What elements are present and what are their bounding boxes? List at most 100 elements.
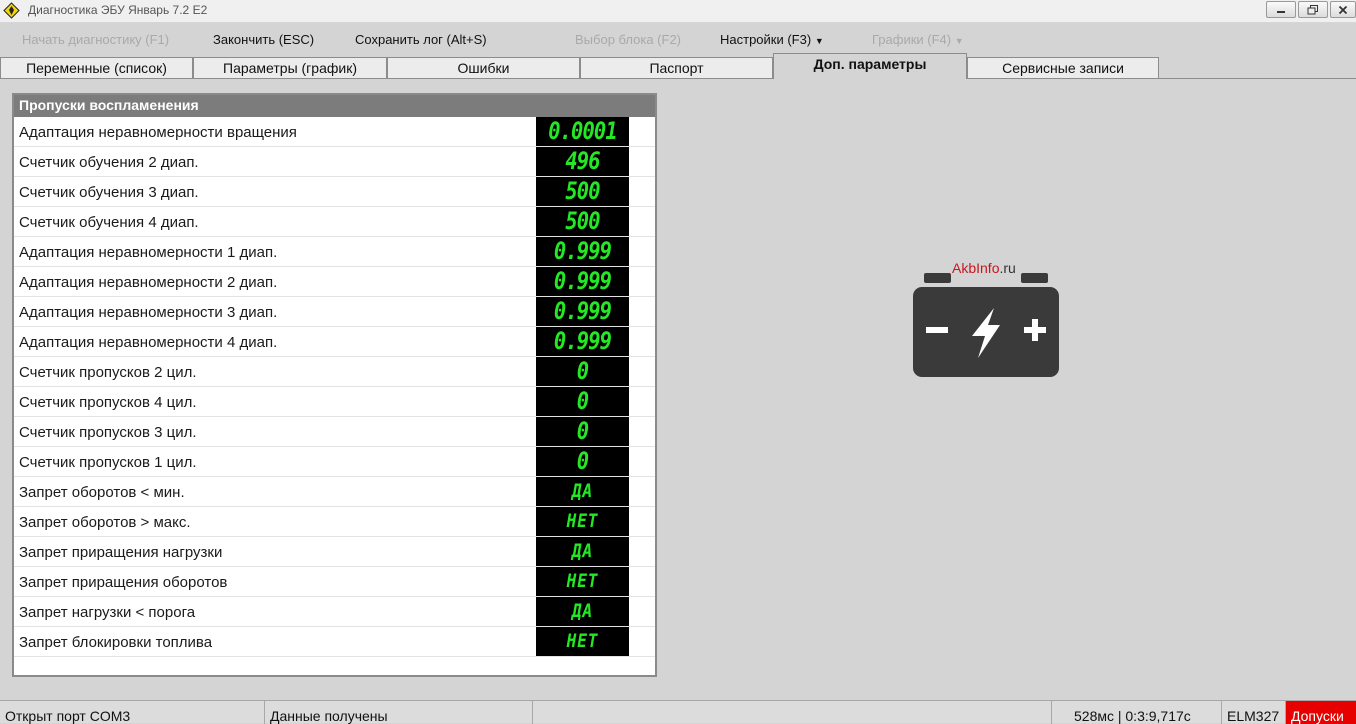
parameter-row: Адаптация неравномерности 4 диап. 0.999 bbox=[14, 327, 655, 357]
close-button[interactable] bbox=[1330, 1, 1356, 18]
parameter-value-display: 0 bbox=[536, 387, 629, 416]
parameter-row: Адаптация неравномерности 2 диап. 0.999 bbox=[14, 267, 655, 297]
tab-variables-list[interactable]: Переменные (список) bbox=[0, 57, 193, 78]
parameter-value: ДА bbox=[571, 600, 594, 622]
parameter-value-display: 0.999 bbox=[536, 237, 629, 266]
parameter-value-display: НЕТ bbox=[536, 627, 629, 656]
parameter-value-display: НЕТ bbox=[536, 507, 629, 536]
parameter-value: 0.999 bbox=[553, 267, 612, 295]
parameter-row: Счетчик пропусков 4 цил. 0 bbox=[14, 387, 655, 417]
status-bar: Открыт порт COM3 Данные получены 528мс |… bbox=[0, 700, 1356, 724]
dropdown-arrow-icon: ▼ bbox=[954, 36, 964, 46]
parameter-row: Счетчик пропусков 1 цил. 0 bbox=[14, 447, 655, 477]
menu-graphs-label: Графики (F4) bbox=[872, 32, 952, 47]
tab-bar: Переменные (список) Параметры (график) О… bbox=[0, 52, 1356, 79]
menu-settings[interactable]: Настройки (F3) ▼ bbox=[720, 32, 824, 47]
parameter-value: 496 bbox=[565, 147, 600, 175]
panel-title: Пропуски воспламенения bbox=[14, 95, 655, 117]
app-icon bbox=[3, 2, 20, 19]
parameter-value: 0 bbox=[576, 357, 589, 385]
status-port: Открыт порт COM3 bbox=[0, 701, 265, 724]
parameter-value: НЕТ bbox=[566, 510, 599, 532]
parameter-value-display: ДА bbox=[536, 597, 629, 626]
parameter-row: Адаптация неравномерности 1 диап. 0.999 bbox=[14, 237, 655, 267]
parameter-value-display: 500 bbox=[536, 177, 629, 206]
parameter-value-display: ДА bbox=[536, 537, 629, 566]
parameter-label: Счетчик пропусков 3 цил. bbox=[19, 424, 197, 441]
status-data: Данные получены bbox=[265, 701, 533, 724]
menu-graphs[interactable]: Графики (F4) ▼ bbox=[872, 32, 964, 47]
parameter-value-display: НЕТ bbox=[536, 567, 629, 596]
tab-passport[interactable]: Паспорт bbox=[580, 57, 773, 78]
parameter-row: Запрет оборотов > макс. НЕТ bbox=[14, 507, 655, 537]
parameter-label: Запрет нагрузки < порога bbox=[19, 604, 196, 621]
parameter-label: Счетчик обучения 3 диап. bbox=[19, 184, 199, 201]
maximize-button[interactable] bbox=[1298, 1, 1328, 18]
tab-service-records[interactable]: Сервисные записи bbox=[967, 57, 1159, 78]
parameter-value: 0 bbox=[576, 417, 589, 445]
parameter-label: Счетчик пропусков 4 цил. bbox=[19, 394, 197, 411]
parameter-value: 0 bbox=[576, 387, 589, 415]
tab-parameters-graph[interactable]: Параметры (график) bbox=[193, 57, 387, 78]
parameter-row: Запрет оборотов < мин. ДА bbox=[14, 477, 655, 507]
close-icon bbox=[1338, 5, 1348, 14]
parameter-row: Запрет блокировки топлива НЕТ bbox=[14, 627, 655, 657]
misfire-panel: Пропуски воспламенения Адаптация неравно… bbox=[12, 93, 657, 677]
parameter-value: 0.999 bbox=[553, 327, 612, 355]
parameter-row: Счетчик обучения 2 диап. 496 bbox=[14, 147, 655, 177]
parameter-label: Адаптация неравномерности 4 диап. bbox=[19, 334, 278, 351]
menu-bar: Начать диагностику (F1) Закончить (ESC) … bbox=[0, 28, 1356, 52]
status-empty bbox=[533, 701, 1052, 724]
parameter-value: 500 bbox=[565, 207, 600, 235]
parameter-value-display: 0.999 bbox=[536, 267, 629, 296]
menu-start-diagnostics[interactable]: Начать диагностику (F1) bbox=[22, 32, 169, 47]
parameter-label: Запрет оборотов < мин. bbox=[19, 484, 185, 501]
menu-select-block[interactable]: Выбор блока (F2) bbox=[575, 32, 681, 47]
parameter-label: Адаптация неравномерности вращения bbox=[19, 124, 297, 141]
tab-extra-parameters[interactable]: Доп. параметры bbox=[773, 53, 967, 79]
parameter-row: Счетчик обучения 3 диап. 500 bbox=[14, 177, 655, 207]
parameter-row: Адаптация неравномерности 3 диап. 0.999 bbox=[14, 297, 655, 327]
tab-errors[interactable]: Ошибки bbox=[387, 57, 580, 78]
parameter-row: Счетчик пропусков 2 цил. 0 bbox=[14, 357, 655, 387]
parameter-value: ДА bbox=[571, 540, 594, 562]
parameter-label: Адаптация неравномерности 3 диап. bbox=[19, 304, 278, 321]
parameter-value-display: 0 bbox=[536, 357, 629, 386]
parameter-value-display: 496 bbox=[536, 147, 629, 176]
parameter-row: Счетчик пропусков 3 цил. 0 bbox=[14, 417, 655, 447]
parameter-label: Запрет приращения оборотов bbox=[19, 574, 228, 591]
parameter-value: НЕТ bbox=[566, 570, 599, 592]
minimize-button[interactable] bbox=[1266, 1, 1296, 18]
parameter-value: НЕТ bbox=[566, 630, 599, 652]
status-alert: Допуски bbox=[1286, 701, 1356, 724]
parameter-value: 0.0001 bbox=[548, 117, 617, 145]
parameter-row: Запрет приращения оборотов НЕТ bbox=[14, 567, 655, 597]
parameter-label: Счетчик обучения 4 диап. bbox=[19, 214, 199, 231]
parameter-label: Адаптация неравномерности 2 диап. bbox=[19, 274, 278, 291]
parameter-value: ДА bbox=[571, 480, 594, 502]
menu-finish[interactable]: Закончить (ESC) bbox=[213, 32, 314, 47]
status-adapter: ELM327 bbox=[1222, 701, 1286, 724]
car-battery-icon bbox=[913, 273, 1059, 377]
parameter-label: Запрет оборотов > макс. bbox=[19, 514, 191, 531]
parameter-value-display: ДА bbox=[536, 477, 629, 506]
menu-save-log[interactable]: Сохранить лог (Alt+S) bbox=[355, 32, 487, 47]
minimize-icon bbox=[1277, 10, 1285, 13]
status-timing: 528мс | 0:3:9,717с bbox=[1052, 701, 1222, 724]
akbinfo-logo: AkbInfo.ru bbox=[912, 258, 1060, 380]
parameter-value-display: 0 bbox=[536, 447, 629, 476]
parameter-label: Запрет блокировки топлива bbox=[19, 634, 213, 651]
dropdown-arrow-icon: ▼ bbox=[814, 36, 824, 46]
parameter-value-display: 0.999 bbox=[536, 327, 629, 356]
window-title: Диагностика ЭБУ Январь 7.2 E2 bbox=[28, 3, 208, 17]
parameter-label: Адаптация неравномерности 1 диап. bbox=[19, 244, 278, 261]
parameter-value-display: 0.0001 bbox=[536, 117, 629, 146]
title-bar: Диагностика ЭБУ Январь 7.2 E2 bbox=[0, 0, 1356, 23]
parameter-value: 0.999 bbox=[553, 297, 612, 325]
parameter-row: Счетчик обучения 4 диап. 500 bbox=[14, 207, 655, 237]
parameter-label: Счетчик обучения 2 диап. bbox=[19, 154, 199, 171]
parameter-row: Запрет приращения нагрузки ДА bbox=[14, 537, 655, 567]
parameter-label: Счетчик пропусков 2 цил. bbox=[19, 364, 197, 381]
parameter-value: 500 bbox=[565, 177, 600, 205]
parameter-row: Запрет нагрузки < порога ДА bbox=[14, 597, 655, 627]
